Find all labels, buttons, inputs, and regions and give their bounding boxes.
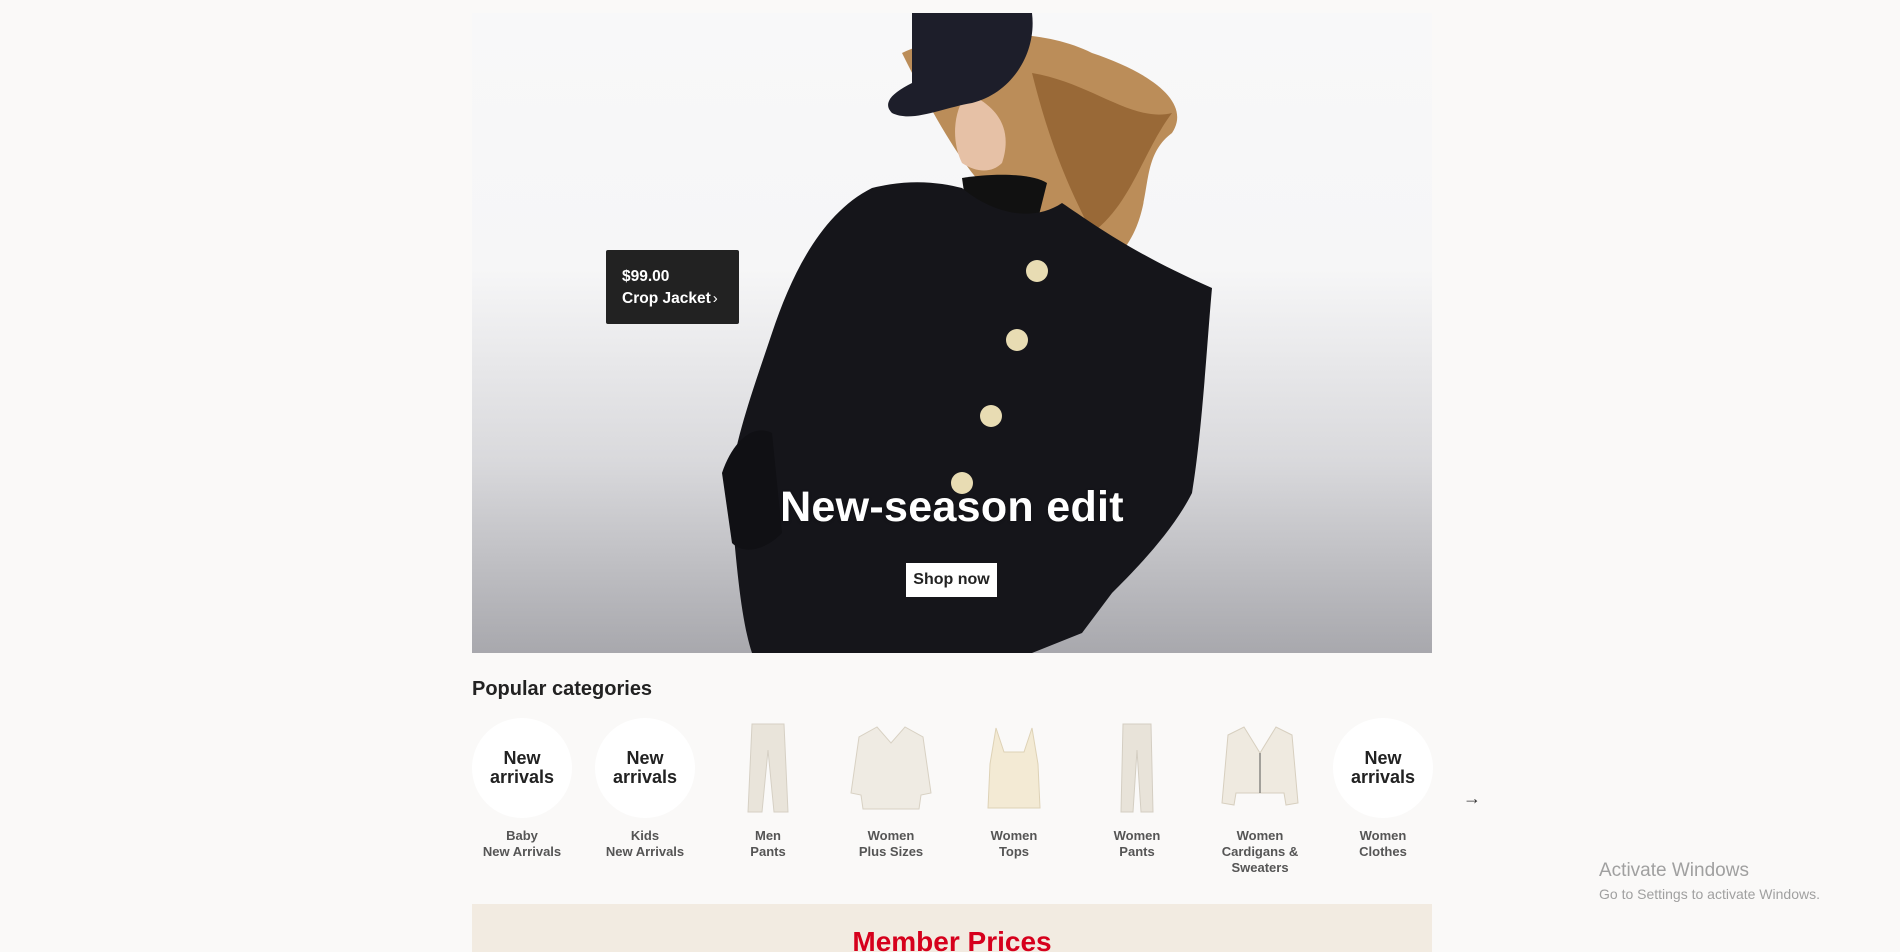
category-label-line: Women [1236, 828, 1284, 843]
shop-now-button[interactable]: Shop now [906, 563, 997, 597]
category-women-plus-sizes[interactable]: Women Plus Sizes [841, 718, 941, 860]
category-label-line: Plus Sizes [858, 844, 924, 859]
category-label: Baby New Arrivals [472, 828, 572, 860]
category-label-line: Sweaters [1231, 860, 1289, 875]
category-label-line: Clothes [1359, 844, 1407, 859]
arrow-right-icon[interactable]: → [1462, 788, 1482, 808]
category-label-line: Baby [506, 828, 538, 843]
member-prices-title: Member Prices [852, 926, 1052, 952]
category-label-line: New Arrivals [482, 844, 562, 859]
category-label-line: Pants [1119, 844, 1155, 859]
chevron-right-icon: › [712, 290, 718, 307]
member-prices-banner[interactable]: Member Prices [472, 904, 1432, 952]
cardigan-icon [1210, 718, 1310, 818]
product-name: Crop Jacket › [622, 288, 739, 310]
category-label: Women Tops [964, 828, 1064, 860]
hero-title: New-season edit [780, 483, 1124, 531]
category-women-clothes[interactable]: New arrivals Women Clothes [1333, 718, 1433, 860]
category-men-pants[interactable]: Men Pants [718, 718, 818, 860]
category-women-pants[interactable]: Women Pants [1087, 718, 1187, 860]
popular-categories-heading: Popular categories [472, 678, 653, 700]
category-label: Women Clothes [1333, 828, 1433, 860]
category-baby-new-arrivals[interactable]: New arrivals Baby New Arrivals [472, 718, 572, 860]
category-label-line: New Arrivals [605, 844, 685, 859]
category-kids-new-arrivals[interactable]: New arrivals Kids New Arrivals [595, 718, 695, 860]
category-label-line: Men [755, 828, 781, 843]
category-label-line: Women [867, 828, 915, 843]
category-women-cardigans-sweaters[interactable]: Women Cardigans & Sweaters [1210, 718, 1310, 876]
category-label-line: Pants [750, 844, 786, 859]
page: $99.00 Crop Jacket › New-season edit Shop… [0, 0, 1900, 952]
hero-model-image [722, 13, 1212, 653]
blouse-icon [841, 718, 941, 818]
category-label: Women Plus Sizes [841, 828, 941, 860]
pants-icon [718, 718, 818, 818]
activate-windows-title: Activate Windows [1599, 860, 1749, 881]
category-label: Women Cardigans & Sweaters [1210, 828, 1310, 876]
product-price: $99.00 [622, 268, 670, 285]
activate-windows-subtitle: Go to Settings to activate Windows. [1599, 886, 1820, 902]
category-women-tops[interactable]: Women Tops [964, 718, 1064, 860]
category-label-line: Cardigans & [1221, 844, 1299, 859]
category-label-line: Women [990, 828, 1038, 843]
activate-windows-watermark: Activate Windows Go to Settings to activ… [1599, 860, 1820, 902]
new-arrivals-circle: New arrivals [595, 718, 695, 818]
category-label-line: Women [1359, 828, 1407, 843]
category-label-line: Tops [998, 844, 1030, 859]
hero-banner[interactable]: $99.00 Crop Jacket › New-season edit Shop… [472, 13, 1432, 653]
product-name-text: Crop Jacket [622, 290, 711, 307]
category-carousel: New arrivals Baby New Arrivals New arrival… [472, 718, 1472, 878]
product-price-tag[interactable]: $99.00 Crop Jacket › [606, 250, 739, 324]
category-label-line: Kids [630, 828, 660, 843]
category-label-line: Women [1113, 828, 1161, 843]
tank-top-icon [964, 718, 1064, 818]
category-label: Men Pants [718, 828, 818, 860]
category-label: Kids New Arrivals [595, 828, 695, 860]
pants-icon [1087, 718, 1187, 818]
new-arrivals-circle: New arrivals [472, 718, 572, 818]
category-label: Women Pants [1087, 828, 1187, 860]
new-arrivals-circle: New arrivals [1333, 718, 1433, 818]
